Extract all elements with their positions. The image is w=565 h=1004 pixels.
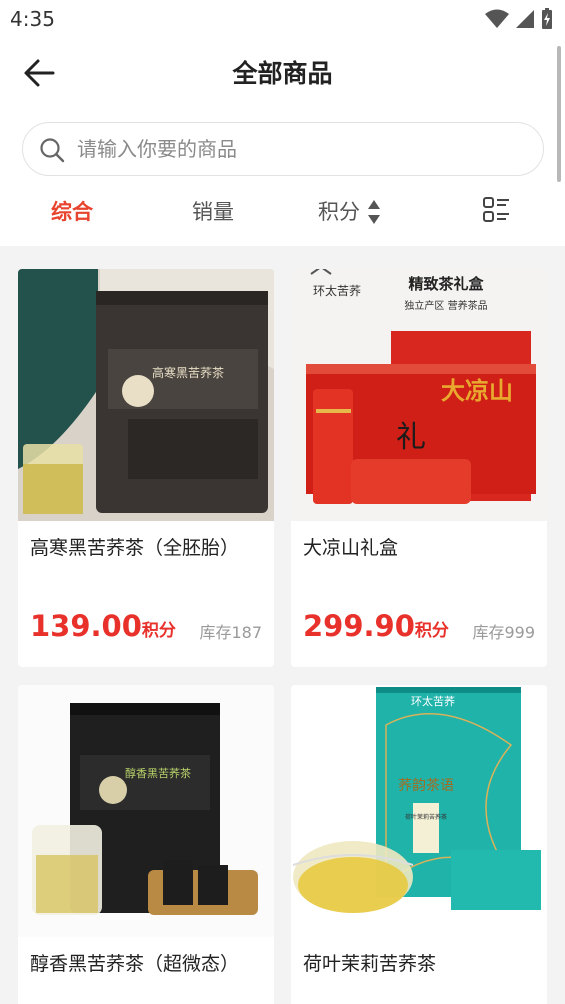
price-unit: 积分	[141, 621, 176, 641]
wifi-icon	[485, 9, 509, 28]
product-name[interactable]: 醇香黑苦荞茶（超微态）	[30, 949, 239, 976]
sort-tab-sales[interactable]: 销量	[192, 196, 234, 226]
status-bar: 4:35	[0, 0, 565, 38]
status-icons	[485, 8, 553, 30]
gift-subheading-text: 独立产区 营养茶品	[404, 299, 487, 312]
sort-tab-points[interactable]: 积分	[318, 196, 360, 226]
page-title: 全部商品	[232, 59, 333, 88]
search-bar[interactable]	[22, 122, 544, 176]
price-unit: 积分	[414, 621, 449, 641]
gift-heading-text: 精致茶礼盒	[408, 275, 484, 293]
status-time: 4:35	[10, 7, 55, 31]
product-card[interactable]: 高寒黑苦荞茶 高寒黑苦荞茶（全胚胎） 139.00积分 库存187	[18, 269, 274, 667]
product-card[interactable]: 环太苦荞 精致茶礼盒 独立产区 营养茶品 大凉山 礼 大凉山礼盒 299.90积…	[291, 269, 547, 667]
layout-toggle-icon[interactable]	[482, 196, 510, 224]
price-value: 139.00	[30, 609, 142, 643]
brand-text: 环太苦荞	[313, 283, 361, 298]
box-title-text: 荞韵茶语	[398, 778, 454, 794]
gift-li-text: 礼	[396, 420, 426, 455]
app-header: 全部商品	[0, 38, 565, 106]
product-card[interactable]: 环太苦荞 荞韵茶语 荷叶茉莉苦荞茶 荷叶茉莉苦荞茶	[291, 685, 547, 1004]
sort-bar: 综合 销量 积分	[0, 188, 565, 236]
signal-icon	[516, 10, 534, 28]
gift-seal-text: 大凉山	[441, 377, 513, 405]
box-subtitle-text: 荷叶茉莉苦荞茶	[405, 813, 447, 821]
product-image[interactable]: 高寒黑苦荞茶	[18, 269, 274, 521]
battery-icon	[542, 8, 552, 29]
product-price: 299.90积分	[303, 609, 449, 643]
product-name[interactable]: 荷叶茉莉苦荞茶	[303, 949, 436, 976]
scrollbar[interactable]	[557, 46, 561, 182]
price-value: 299.90	[303, 609, 415, 643]
product-price: 139.00积分	[30, 609, 176, 643]
product-image[interactable]: 环太苦荞 精致茶礼盒 独立产区 营养茶品 大凉山 礼	[291, 269, 547, 521]
product-card[interactable]: 醇香黑苦荞茶 醇香黑苦荞茶（超微态）	[18, 685, 274, 1004]
search-icon	[40, 138, 65, 163]
search-and-sort-panel: 综合 销量 积分	[0, 106, 565, 246]
product-stock: 库存187	[199, 623, 262, 642]
search-input[interactable]	[77, 131, 517, 167]
product-name[interactable]: 高寒黑苦荞茶（全胚胎）	[30, 533, 239, 560]
sort-updown-icon[interactable]	[367, 199, 381, 225]
package-title-text: 高寒黑苦荞茶	[152, 365, 224, 380]
brand-text: 环太苦荞	[411, 695, 455, 708]
package-title-text: 醇香黑苦荞茶	[125, 766, 191, 780]
product-image[interactable]: 环太苦荞 荞韵茶语 荷叶茉莉苦荞茶	[291, 685, 547, 937]
product-name[interactable]: 大凉山礼盒	[303, 533, 398, 560]
product-stock: 库存999	[472, 623, 535, 642]
product-image[interactable]: 醇香黑苦荞茶	[18, 685, 274, 937]
sort-tab-comprehensive[interactable]: 综合	[51, 196, 93, 226]
